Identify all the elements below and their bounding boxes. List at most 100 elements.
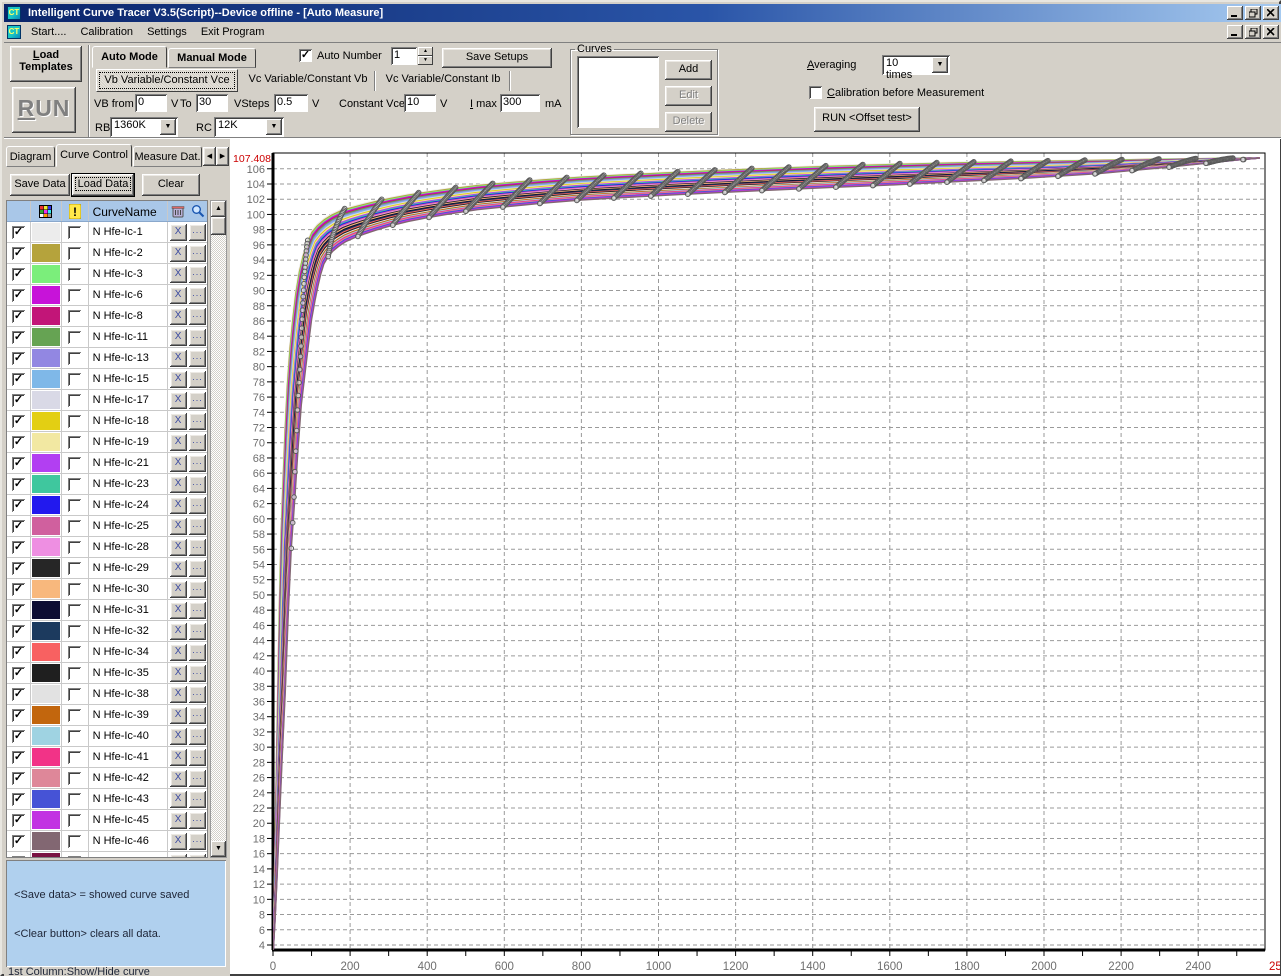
delete-curve-button[interactable]: X [169,622,187,640]
jump-to-data-button[interactable]: ... [189,496,207,514]
curve-color-swatch[interactable] [31,538,60,556]
edit-curve-button[interactable]: Edit [665,86,712,106]
curve-color-swatch[interactable] [31,622,60,640]
show-hide-checkbox[interactable]: ✓ [11,393,25,407]
scroll-down-icon[interactable]: ▼ [211,841,226,857]
curve-name[interactable]: N Hfe-Ic-18 [89,411,169,431]
blink-checkbox[interactable] [68,750,82,764]
show-hide-checkbox[interactable]: ✓ [11,456,25,470]
curves-listbox[interactable] [577,56,659,128]
jump-to-data-button[interactable]: ... [189,706,207,724]
delete-curve-button[interactable]: X [169,580,187,598]
tab-scroll-right-icon[interactable]: ▶ [216,147,229,166]
delete-curve-button[interactable]: X [169,559,187,577]
jump-to-data-button[interactable]: ... [189,790,207,808]
curve-color-swatch[interactable] [31,391,60,409]
blink-checkbox[interactable] [68,729,82,743]
tab-vc-variable-constant-ib[interactable]: Vc Variable/Constant Ib [382,69,504,92]
curve-color-swatch[interactable] [31,496,60,514]
curve-color-swatch[interactable] [31,685,60,703]
curve-name[interactable]: N Hfe-Ic-1 [89,222,169,242]
delete-curve-button[interactable]: X [169,286,187,304]
delete-curve-button[interactable]: X [169,370,187,388]
jump-to-data-button[interactable]: ... [189,622,207,640]
show-hide-checkbox[interactable]: ✓ [11,624,25,638]
show-hide-checkbox[interactable]: ✓ [11,561,25,575]
curve-color-swatch[interactable] [31,706,60,724]
tab-auto-mode[interactable]: Auto Mode [92,46,167,68]
show-hide-checkbox[interactable]: ✓ [11,771,25,785]
show-hide-checkbox[interactable]: ✓ [11,834,25,848]
delete-curve-button[interactable]: X [169,454,187,472]
blink-checkbox[interactable] [68,540,82,554]
curve-color-swatch[interactable] [31,811,60,829]
jump-to-data-button[interactable]: ... [189,328,207,346]
blink-checkbox[interactable] [68,246,82,260]
curve-name[interactable]: N Hfe-Ic-34 [89,642,169,662]
curve-table-scrollbar[interactable]: ▲ ▼ [210,200,227,858]
show-hide-checkbox[interactable]: ✓ [11,351,25,365]
tab-vc-variable-constant-vb[interactable]: Vc Variable/Constant Vb [247,69,369,92]
jump-to-data-button[interactable]: ... [189,580,207,598]
blink-checkbox[interactable] [68,792,82,806]
show-hide-checkbox[interactable]: ✓ [11,246,25,260]
curve-name[interactable]: N Hfe-Ic-15 [89,369,169,389]
show-hide-checkbox[interactable]: ✓ [11,330,25,344]
jump-to-data-button[interactable]: ... [189,853,207,857]
blink-checkbox[interactable] [68,414,82,428]
show-hide-checkbox[interactable]: ✓ [11,477,25,491]
delete-curve-button[interactable]: X [169,433,187,451]
curve-name[interactable]: N Hfe-Ic-13 [89,348,169,368]
curve-color-swatch[interactable] [31,475,60,493]
curve-name[interactable]: N Hfe-Ic-31 [89,600,169,620]
menu-calibration[interactable]: Calibration [73,24,140,40]
blink-checkbox[interactable] [68,288,82,302]
jump-to-data-button[interactable]: ... [189,559,207,577]
curve-name[interactable] [89,852,169,857]
blink-checkbox[interactable] [68,267,82,281]
delete-curve-button[interactable]: X [169,727,187,745]
blink-checkbox[interactable] [68,771,82,785]
spin-up-icon[interactable]: ▲ [418,47,433,56]
curve-color-swatch[interactable] [31,223,60,241]
load-templates-button[interactable]: Load Templates [10,46,82,82]
delete-curve-button[interactable]: X [169,307,187,325]
spin-down-icon[interactable]: ▼ [418,56,433,65]
color-palette-icon[interactable] [31,201,62,221]
tab-scroll-left-icon[interactable]: ◀ [203,147,216,166]
blink-checkbox[interactable] [68,456,82,470]
show-hide-checkbox[interactable]: ✓ [11,288,25,302]
blink-checkbox[interactable] [68,372,82,386]
curve-color-swatch[interactable] [31,832,60,850]
curve-color-swatch[interactable] [31,559,60,577]
show-hide-checkbox[interactable]: ✓ [11,645,25,659]
curve-color-swatch[interactable] [31,601,60,619]
child-restore-button[interactable] [1245,25,1261,39]
show-hide-checkbox[interactable]: ✓ [11,309,25,323]
vsteps-input[interactable]: 0.5 [274,94,308,112]
curve-name[interactable]: N Hfe-Ic-45 [89,810,169,830]
scroll-up-icon[interactable]: ▲ [211,201,226,217]
delete-curve-button[interactable]: X [169,496,187,514]
jump-to-data-button[interactable]: ... [189,601,207,619]
auto-number-spinner[interactable]: ▲ ▼ [418,47,433,65]
curve-name[interactable]: N Hfe-Ic-41 [89,747,169,767]
show-hide-checkbox[interactable]: ✓ [11,603,25,617]
show-hide-checkbox[interactable]: ✓ [11,498,25,512]
delete-curve-button[interactable]: X [169,391,187,409]
blink-checkbox[interactable] [68,645,82,659]
jump-to-data-button[interactable]: ... [189,265,207,283]
blink-checkbox[interactable] [68,834,82,848]
curve-name[interactable]: N Hfe-Ic-40 [89,726,169,746]
averaging-combo[interactable]: 10 times ▼ [882,55,950,81]
delete-curve-button[interactable]: X [169,832,187,850]
show-hide-checkbox[interactable]: ✓ [11,813,25,827]
jump-to-data-button[interactable]: ... [189,223,207,241]
jump-to-data-button[interactable]: ... [189,832,207,850]
blink-warning-icon[interactable]: ! [62,201,89,221]
delete-curve-button[interactable]: X [169,664,187,682]
curve-color-swatch[interactable] [31,265,60,283]
delete-curve-button[interactable]: X [169,349,187,367]
clear-button[interactable]: Clear [142,174,200,196]
curve-color-swatch[interactable] [31,370,60,388]
